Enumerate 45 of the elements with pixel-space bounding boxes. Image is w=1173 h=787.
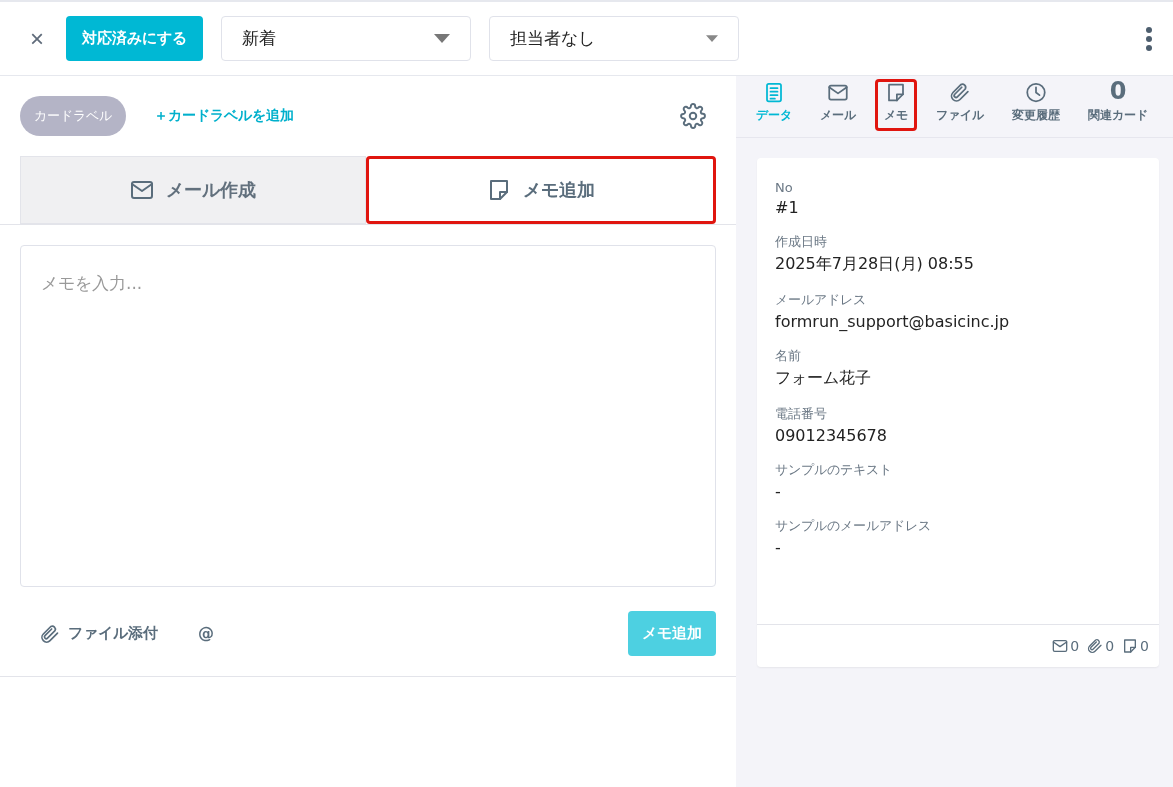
field-value: 09012345678 <box>775 426 888 445</box>
field-value: 2025年7月28日(月) 08:55 <box>775 254 975 275</box>
mail-icon <box>826 82 850 103</box>
compose-tab[interactable]: メール作成 <box>20 156 366 224</box>
mail-icon <box>1052 638 1069 654</box>
count-label: 0 <box>1140 638 1149 654</box>
field-label: サンプルのテキスト <box>775 461 893 479</box>
note-icon <box>1122 638 1139 654</box>
field-value: - <box>775 482 782 501</box>
clock-icon <box>1024 82 1048 103</box>
field-label: 電話番号 <box>775 405 828 423</box>
count-label: 0 <box>1109 79 1127 103</box>
settings-icon[interactable] <box>680 103 706 129</box>
mention-button[interactable]: @ <box>198 624 214 643</box>
compose-tab[interactable]: メモ追加 <box>366 156 716 224</box>
side-tab[interactable]: 0 関連カード <box>1079 79 1157 131</box>
paperclip-icon <box>40 623 60 644</box>
add-card-label-link[interactable]: ＋カードラベルを追加 <box>154 107 294 125</box>
caret-icon <box>706 34 718 43</box>
paperclip-icon <box>1087 638 1104 654</box>
status-select[interactable]: 新着 <box>221 16 471 61</box>
field-value: フォーム花子 <box>775 368 872 389</box>
field-value: formrun_support@basicinc.jp <box>775 312 1011 331</box>
field-label: メールアドレス <box>775 291 867 309</box>
assignee-select[interactable]: 担当者なし <box>489 16 739 61</box>
side-tab[interactable]: ファイル <box>927 79 993 131</box>
close-button[interactable]: × <box>26 24 48 53</box>
side-tab[interactable]: 変更履歴 <box>1003 79 1069 131</box>
side-tab[interactable]: メール <box>811 79 865 131</box>
field-value: #1 <box>775 198 800 217</box>
count-label: 0 <box>1105 638 1115 654</box>
field-label: No <box>775 180 794 195</box>
note-icon <box>487 178 511 202</box>
field-label: 作成日時 <box>775 233 828 251</box>
paperclip-icon <box>948 82 972 103</box>
memo-input-field[interactable]: メモを入力... <box>20 245 716 587</box>
attach-file-button[interactable]: ファイル添付 <box>40 623 158 644</box>
mail-icon <box>130 178 154 202</box>
more-menu-icon[interactable] <box>1145 25 1153 52</box>
caret-icon <box>434 34 450 43</box>
field-label: 名前 <box>775 347 802 365</box>
count-label: 0 <box>1070 638 1080 654</box>
field-label: サンプルのメールアドレス <box>775 517 932 535</box>
field-value: - <box>775 538 782 557</box>
side-tab[interactable]: メモ <box>875 79 917 131</box>
